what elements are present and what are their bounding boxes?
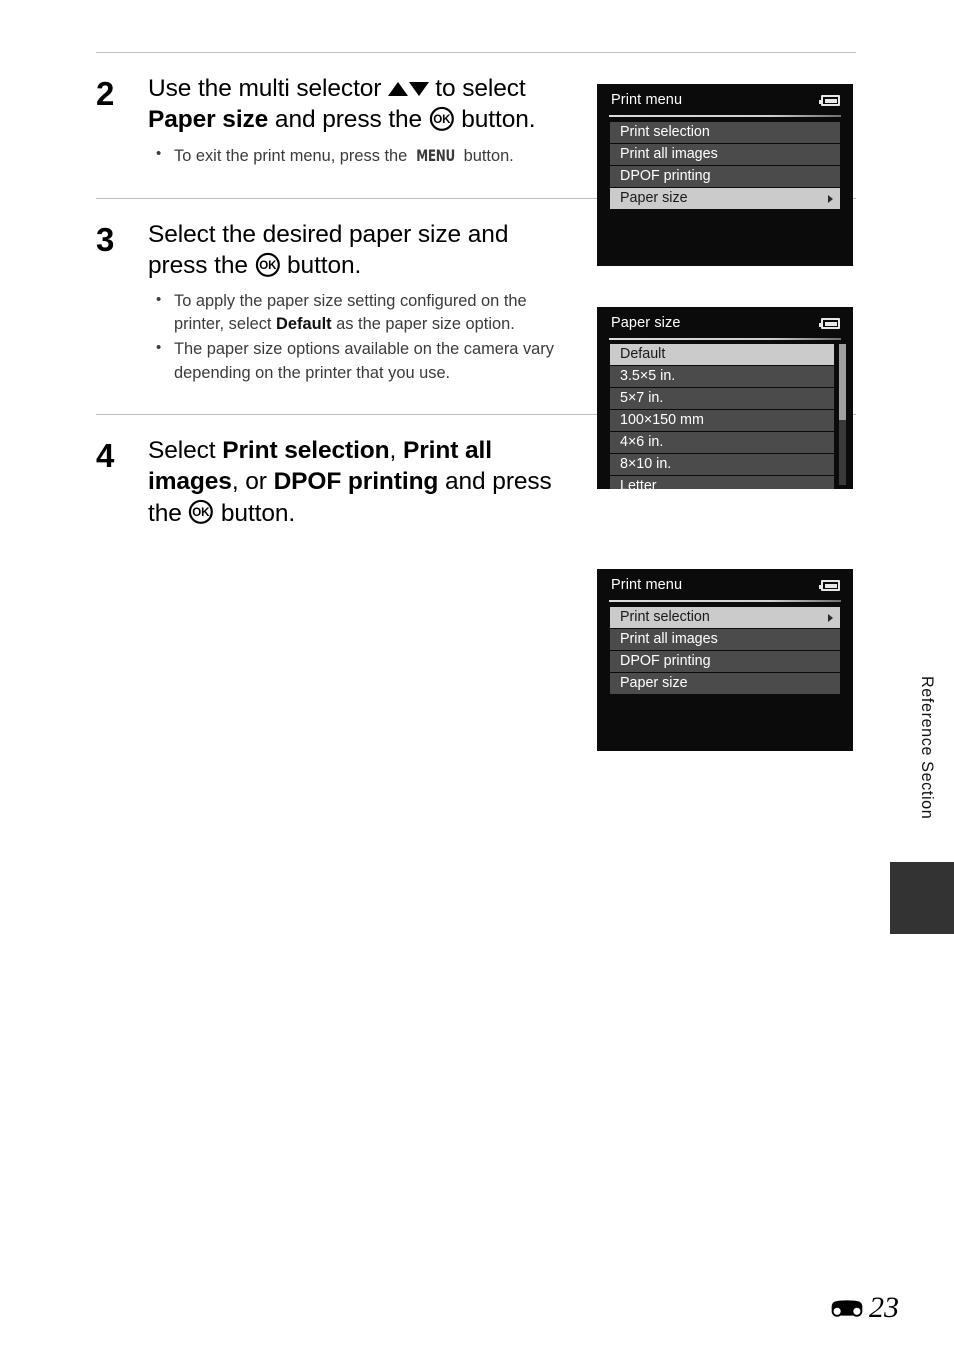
step-2-bullet-1-before: To exit the print menu, press the <box>174 146 412 165</box>
step-3-bullets: To apply the paper size setting configur… <box>148 289 568 385</box>
step-2-heading-part-4: button. <box>454 106 536 134</box>
menu-item-label: DPOF printing <box>620 653 711 669</box>
step-2-heading: Use the multi selector to select Paper s… <box>148 67 568 136</box>
menu-item-label: Print selection <box>620 124 710 140</box>
step-2-bullet-1: To exit the print menu, press the MENU b… <box>148 143 568 168</box>
menu-item-print-selection[interactable]: Print selection <box>610 122 840 143</box>
menu-item-label: 8×10 in. <box>620 456 672 472</box>
step-2-bullets: To exit the print menu, press the MENU b… <box>148 143 568 168</box>
reference-section-icon <box>831 1300 863 1317</box>
multi-selector-down-icon <box>408 81 429 96</box>
step-2-heading-bold-paper-size: Paper size <box>148 106 269 134</box>
lcd-screen-print-menu-1: Print menu Print selection Print all ima… <box>597 84 853 266</box>
menu-item-label: Default <box>620 346 666 362</box>
svg-text:OK: OK <box>259 260 277 272</box>
screen-3-menu-list: Print selection Print all images DPOF pr… <box>597 602 853 694</box>
menu-item-label: 100×150 mm <box>620 412 704 428</box>
menu-item-label: Print all images <box>620 146 718 162</box>
menu-item-label: Letter <box>620 478 657 489</box>
paper-size-item-8x10[interactable]: 8×10 in. <box>610 454 834 475</box>
step-3-bullet-1-after: as the paper size option. <box>331 315 515 334</box>
screen-2-menu-list: Default 3.5×5 in. 5×7 in. 100×150 mm 4×6… <box>597 340 853 489</box>
battery-icon <box>819 95 840 106</box>
screen-1-title: Print menu <box>611 92 683 109</box>
menu-scrollbar[interactable] <box>839 344 846 485</box>
menu-item-dpof-printing[interactable]: DPOF printing <box>610 166 840 187</box>
step-3-bullet-1: To apply the paper size setting configur… <box>148 289 568 337</box>
section-side-label: Reference Section <box>918 676 936 820</box>
step-3-heading: Select the desired paper size and press … <box>148 213 568 282</box>
menu-item-label: 5×7 in. <box>620 390 664 406</box>
step-4-heading-part-5: button. <box>214 499 296 527</box>
page-number: 23 <box>869 1291 899 1324</box>
screen-3-header: Print menu <box>597 569 853 602</box>
menu-item-label: Print selection <box>620 609 710 625</box>
paper-size-item-3-5x5[interactable]: 3.5×5 in. <box>610 366 834 387</box>
step-4-heading-part-1: Select <box>148 436 223 464</box>
screen-2-title: Paper size <box>611 315 681 332</box>
chevron-right-icon <box>828 613 833 622</box>
ok-button-icon: OK <box>188 499 214 525</box>
paper-size-item-5x7[interactable]: 5×7 in. <box>610 388 834 409</box>
step-2-heading-part-1: Use the multi selector <box>148 75 389 102</box>
svg-text:OK: OK <box>433 114 451 126</box>
multi-selector-up-icon <box>388 81 409 96</box>
step-2-heading-part-3: and press the <box>268 106 429 134</box>
step-4-heading-part-2: , <box>389 436 403 464</box>
ok-button-icon: OK <box>429 106 455 132</box>
battery-icon <box>819 318 840 329</box>
menu-item-label: Paper size <box>620 190 688 206</box>
step-2-heading-part-2: to select <box>428 75 526 102</box>
step-3-heading-after: button. <box>280 252 362 280</box>
menu-item-label: 4×6 in. <box>620 434 664 450</box>
chevron-right-icon <box>828 194 833 203</box>
menu-item-print-all-images[interactable]: Print all images <box>610 144 840 165</box>
menu-item-paper-size[interactable]: Paper size <box>610 188 840 209</box>
step-4-heading: Select Print selection, Print all images… <box>148 429 568 529</box>
paper-size-item-100x150[interactable]: 100×150 mm <box>610 410 834 431</box>
lcd-screen-print-menu-2: Print menu Print selection Print all ima… <box>597 569 853 751</box>
menu-scrollbar-thumb[interactable] <box>839 344 846 421</box>
paper-size-item-4x6[interactable]: 4×6 in. <box>610 432 834 453</box>
menu-item-label: Paper size <box>620 675 688 691</box>
menu-item-label: Print all images <box>620 631 718 647</box>
menu-item-print-selection[interactable]: Print selection <box>610 607 840 628</box>
step-2-bullet-1-after: button. <box>459 146 514 165</box>
paper-size-item-default[interactable]: Default <box>610 344 834 365</box>
manual-page: 2 Use the multi selector to select Paper… <box>0 0 954 1345</box>
paper-size-item-letter[interactable]: Letter <box>610 476 834 489</box>
menu-item-print-all-images[interactable]: Print all images <box>610 629 840 650</box>
step-2-number: 2 <box>96 75 114 112</box>
screen-3-title: Print menu <box>611 577 683 594</box>
screen-1-header: Print menu <box>597 84 853 117</box>
step-3-bullet-2: The paper size options available on the … <box>148 337 568 385</box>
menu-item-dpof-printing[interactable]: DPOF printing <box>610 651 840 672</box>
menu-item-label: 3.5×5 in. <box>620 368 676 384</box>
screen-1-menu-list: Print selection Print all images DPOF pr… <box>597 117 853 209</box>
step-4-heading-bold-print-selection: Print selection <box>222 436 390 464</box>
step-4-heading-bold-dpof-printing: DPOF printing <box>273 468 439 496</box>
step-4-heading-part-3: , or <box>231 468 274 496</box>
lcd-screen-paper-size: Paper size Default 3.5×5 in. 5×7 in. 100… <box>597 307 853 489</box>
battery-icon <box>819 580 840 591</box>
step-3-bullet-1-bold-default: Default <box>276 315 332 334</box>
step-4-number: 4 <box>96 436 114 474</box>
menu-item-paper-size[interactable]: Paper size <box>610 673 840 694</box>
svg-text:OK: OK <box>193 507 211 519</box>
step-3-number: 3 <box>96 221 114 259</box>
ok-button-icon: OK <box>255 252 281 278</box>
menu-item-label: DPOF printing <box>620 168 711 184</box>
page-footer: 23 <box>828 1293 899 1323</box>
menu-button-icon: MENU <box>416 145 455 165</box>
section-thumb-tab <box>890 862 954 934</box>
screen-2-header: Paper size <box>597 307 853 340</box>
